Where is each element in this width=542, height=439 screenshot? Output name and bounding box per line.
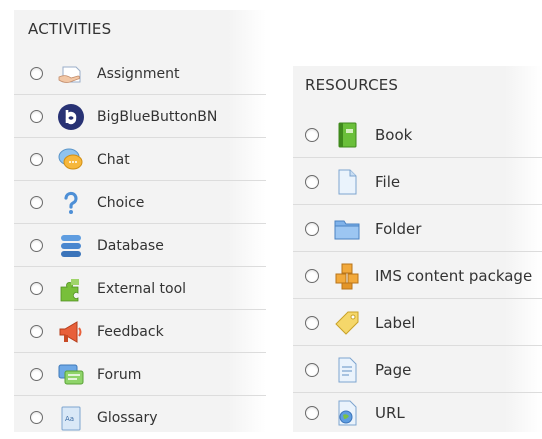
radio-button[interactable] [30,153,43,166]
chat-icon [57,146,85,174]
book-icon [333,121,361,149]
resources-header: RESOURCES [305,76,399,94]
page-icon [333,356,361,384]
resources-panel: RESOURCES Book File Folder IMS content p… [293,66,542,432]
activities-header: ACTIVITIES [28,20,112,38]
activities-panel: ACTIVITIES Assignment BigBlueButtonBN Ch… [14,10,266,432]
activity-item-forum[interactable]: Forum [14,353,266,396]
bigbluebutton-icon [57,103,85,131]
radio-button[interactable] [30,411,43,424]
radio-button[interactable] [30,110,43,123]
resource-item-ims-content-package[interactable]: IMS content package [293,252,542,299]
activity-item-choice[interactable]: Choice [14,181,266,224]
svg-text:Aa: Aa [65,415,74,423]
activity-item-assignment[interactable]: Assignment [14,52,266,95]
activity-label: Feedback [97,323,164,340]
radio-button[interactable] [305,405,319,420]
activity-label: External tool [97,280,187,297]
activity-label: BigBlueButtonBN [97,108,218,125]
choice-icon [57,189,85,217]
ims-package-icon [333,262,361,290]
radio-button[interactable] [305,315,319,330]
resource-label: Label [375,313,416,332]
activity-label: Glossary [97,409,158,426]
assignment-icon [57,60,85,88]
radio-button[interactable] [30,67,43,80]
url-icon [333,399,361,427]
activity-item-chat[interactable]: Chat [14,138,266,181]
label-icon [333,309,361,337]
resource-item-label[interactable]: Label [293,299,542,346]
external-tool-icon [57,275,85,303]
radio-button[interactable] [305,174,319,189]
activity-item-bigbluebuttonbn[interactable]: BigBlueButtonBN [14,95,266,138]
activity-label: Choice [97,194,145,211]
resource-item-file[interactable]: File [293,158,542,205]
database-icon [57,232,85,260]
resource-label: File [375,172,401,191]
resource-label: Page [375,360,412,379]
activity-label: Assignment [97,65,180,82]
activity-item-database[interactable]: Database [14,224,266,267]
forum-icon [57,361,85,389]
glossary-icon: Aa [57,404,85,432]
activity-label: Database [97,237,164,254]
resource-label: Folder [375,219,422,238]
activity-item-external-tool[interactable]: External tool [14,267,266,310]
resource-label: IMS content package [375,266,533,285]
radio-button[interactable] [305,127,319,142]
radio-button[interactable] [30,196,43,209]
activity-item-feedback[interactable]: Feedback [14,310,266,353]
file-icon [333,168,361,196]
resource-item-url[interactable]: URL [293,393,542,432]
activity-label: Chat [97,151,130,168]
radio-button[interactable] [305,221,319,236]
resource-item-page[interactable]: Page [293,346,542,393]
folder-icon [333,215,361,243]
resource-label: Book [375,125,413,144]
radio-button[interactable] [30,368,43,381]
resource-item-book[interactable]: Book [293,111,542,158]
radio-button[interactable] [30,239,43,252]
activity-item-glossary[interactable]: Aa Glossary [14,396,266,439]
activity-label: Forum [97,366,142,383]
radio-button[interactable] [305,268,319,283]
radio-button[interactable] [30,325,43,338]
resource-label: URL [375,403,405,422]
feedback-icon [57,318,85,346]
radio-button[interactable] [30,282,43,295]
resource-item-folder[interactable]: Folder [293,205,542,252]
radio-button[interactable] [305,362,319,377]
